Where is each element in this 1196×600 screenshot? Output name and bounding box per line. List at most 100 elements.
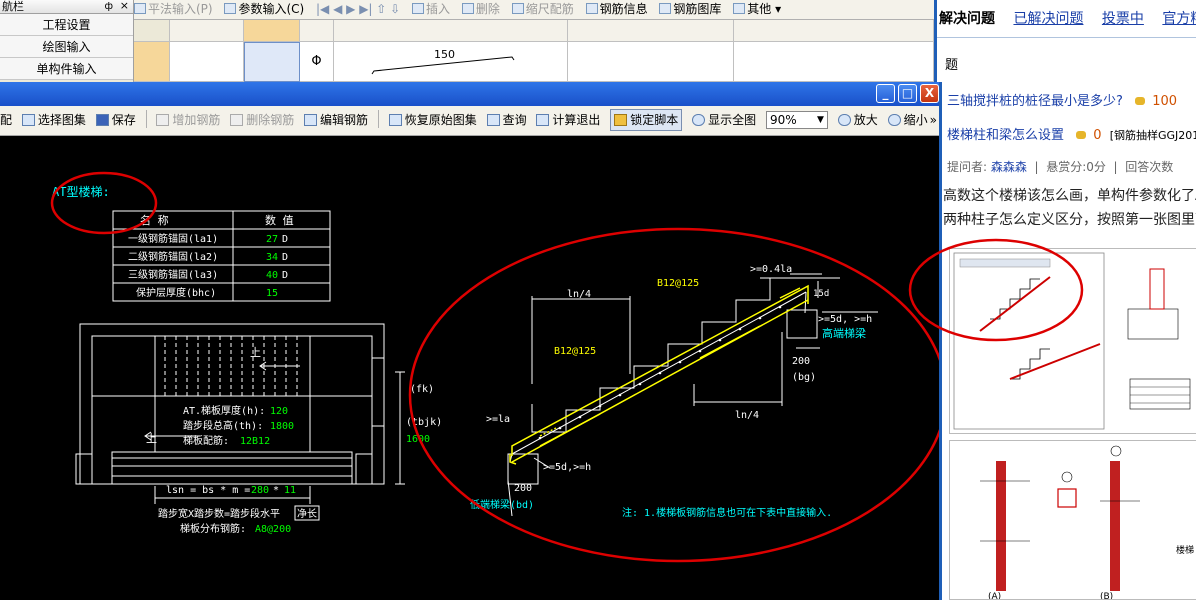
navigation-panel-header: 航栏 ф ×: [0, 0, 133, 14]
ge5d-top-label: >=5d, >=h: [818, 314, 872, 325]
zoom-in-button[interactable]: 放大: [837, 106, 878, 135]
table-row-value: 34: [266, 252, 278, 263]
question-title[interactable]: 楼梯柱和梁怎么设置: [947, 128, 1064, 143]
section-ln4-right: ln/4: [735, 410, 759, 421]
flat-input-icon: [134, 3, 146, 14]
nav-item-single-component-input[interactable]: 单构件输入: [0, 58, 133, 80]
grid-cell[interactable]: [170, 42, 244, 82]
delete-icon: [461, 3, 474, 14]
navigation-panel: 航栏 ф × 工程设置 绘图输入 单构件输入: [0, 0, 134, 82]
select-atlas-icon: [21, 114, 35, 126]
up-label: 上: [146, 432, 157, 445]
grid-cell-selected[interactable]: [244, 42, 300, 82]
save-icon: [95, 114, 109, 126]
show-all-button[interactable]: 显示全图: [692, 106, 756, 135]
anchor-low-label: >=la: [486, 414, 510, 425]
toolbar-config-button[interactable]: 配: [0, 106, 12, 135]
toolbar-other-button[interactable]: 其他 ▾: [733, 0, 781, 19]
question-item[interactable]: 三轴搅拌桩的桩径最小是多少? 100: [947, 90, 1177, 109]
zoom-out-icon: [887, 114, 901, 126]
thumbnail-label-stair: 楼梯: [1176, 544, 1194, 556]
grid-cell-grade[interactable]: Φ: [300, 42, 334, 82]
maximize-button[interactable]: □: [898, 84, 917, 103]
top-rebar-label: B12@125: [657, 278, 699, 289]
grid-cell-shape[interactable]: 150: [334, 42, 568, 82]
zoom-out-button[interactable]: 缩小: [887, 106, 928, 135]
thumbnail-label-b: (B): [1100, 592, 1113, 600]
table-row-name: 保护层厚度(bhc): [136, 286, 216, 299]
close-icon[interactable]: ×: [120, 0, 129, 12]
toolbar-scale-rebar-button[interactable]: 缩尺配筋: [511, 0, 574, 19]
add-rebar-button[interactable]: 增加钢筋: [156, 106, 220, 135]
height-value: 1800: [270, 421, 294, 432]
asker-name[interactable]: 森森森: [991, 160, 1027, 174]
column-drawing-thumbnail: (A) (B) 楼梯: [950, 441, 1196, 600]
question-body-line: 两种柱子怎么定义区分，按照第一张图里面: [943, 212, 1196, 228]
table-row-value: 40: [266, 270, 278, 281]
calc-exit-button[interactable]: 计算退出: [536, 106, 600, 135]
toolbar-separator: [145, 110, 147, 128]
zoom-select[interactable]: 90% ▼: [765, 111, 828, 129]
coin-icon: [1135, 97, 1146, 105]
close-button[interactable]: X: [920, 84, 939, 103]
nav-arrows[interactable]: |◀ ◀ ▶ ▶| ⇧ ⇩: [316, 0, 400, 19]
edit-rebar-button[interactable]: 编辑钢筋: [304, 106, 368, 135]
tab-official[interactable]: 官方精: [1162, 11, 1196, 27]
distribution-label: 梯板分布钢筋:: [180, 522, 246, 535]
grid-header-cell: [568, 20, 734, 42]
qa-subtitle: 题: [945, 58, 959, 73]
nav-item-project-settings[interactable]: 工程设置: [0, 14, 133, 36]
tab-unsolved[interactable]: 解决问题: [939, 11, 995, 27]
chevron-down-icon: ▼: [817, 115, 824, 125]
formula-bs: 280: [251, 485, 269, 496]
grid-cell[interactable]: [734, 42, 934, 82]
question-item[interactable]: 楼梯柱和梁怎么设置 0 [钢筋抽样GGJ201: [947, 124, 1196, 143]
coin-icon: [1076, 131, 1087, 139]
navigation-panel-title: 航栏: [2, 0, 24, 13]
hook-15d-label: 15d: [813, 289, 829, 299]
stair-parameter-dialog: _ □ X 配 选择图集 保存 增加钢筋 删除钢筋 编辑钢筋 恢复原始图集 查询…: [0, 82, 942, 600]
restore-atlas-button[interactable]: 恢复原始图集: [388, 106, 477, 135]
grid-header-cell: [170, 20, 244, 42]
toolbar-rebar-info-button[interactable]: 钢筋信息: [585, 0, 648, 19]
delete-rebar-icon: [230, 114, 244, 126]
dialog-toolbar: 配 选择图集 保存 增加钢筋 删除钢筋 编辑钢筋 恢复原始图集 查询 计算退出 …: [0, 106, 939, 136]
attachment-thumbnail[interactable]: (A) (B) 楼梯: [949, 440, 1196, 600]
tab-solved[interactable]: 已解决问题: [1013, 11, 1083, 27]
question-title[interactable]: 三轴搅拌桩的桩径最小是多少?: [947, 94, 1123, 109]
formula-prefix: lsn = bs * m =: [166, 485, 250, 496]
grid-cell[interactable]: [568, 42, 734, 82]
table-row-unit: D: [282, 270, 288, 281]
toolbar-overflow-button[interactable]: »: [930, 106, 937, 135]
lock-script-button[interactable]: 锁定脚本: [610, 109, 683, 131]
rebar-info-icon: [585, 3, 598, 14]
select-atlas-button[interactable]: 选择图集: [21, 106, 86, 135]
delete-rebar-button[interactable]: 删除钢筋: [230, 106, 294, 135]
anchor-top-label: >=0.4la: [750, 264, 792, 275]
grid-header-cell: [334, 20, 568, 42]
low-value: 200: [514, 483, 532, 494]
pin-icon[interactable]: ф: [104, 0, 113, 13]
tab-voting[interactable]: 投票中: [1102, 11, 1144, 27]
nav-item-drawing-input[interactable]: 绘图输入: [0, 36, 133, 58]
grid-header-cell: [300, 20, 334, 42]
save-button[interactable]: 保存: [95, 106, 136, 135]
grid-row-header[interactable]: [134, 42, 170, 82]
minimize-button[interactable]: _: [876, 84, 895, 103]
toolbar-delete-button[interactable]: 删除: [461, 0, 500, 19]
cad-canvas[interactable]: AT型楼梯: 名 称 数 值 一级钢筋锚固(la1) 27 D 二级钢筋锚固(l…: [0, 136, 939, 600]
edit-rebar-icon: [304, 114, 318, 126]
toolbar-insert-button[interactable]: 插入: [412, 0, 450, 19]
table-row-name: 三级钢筋锚固(la3): [128, 268, 218, 281]
grid-header-cell: [134, 20, 170, 42]
thumbnail-label-a: (A): [988, 592, 1001, 600]
dialog-titlebar[interactable]: _ □ X: [0, 82, 939, 106]
toolbar-rebar-library-button[interactable]: 钢筋图库: [659, 0, 721, 19]
formula-note: 踏步宽X踏步数=踏步段水平: [158, 507, 280, 520]
query-button[interactable]: 查询: [486, 106, 527, 135]
zoom-value: 90%: [769, 113, 797, 127]
toolbar-flat-input-button[interactable]: 平法输入(P): [134, 0, 213, 19]
question-points: 100: [1152, 94, 1178, 109]
toolbar-param-input-button[interactable]: 参数输入(C): [224, 0, 304, 19]
attachment-thumbnail[interactable]: [949, 248, 1196, 434]
